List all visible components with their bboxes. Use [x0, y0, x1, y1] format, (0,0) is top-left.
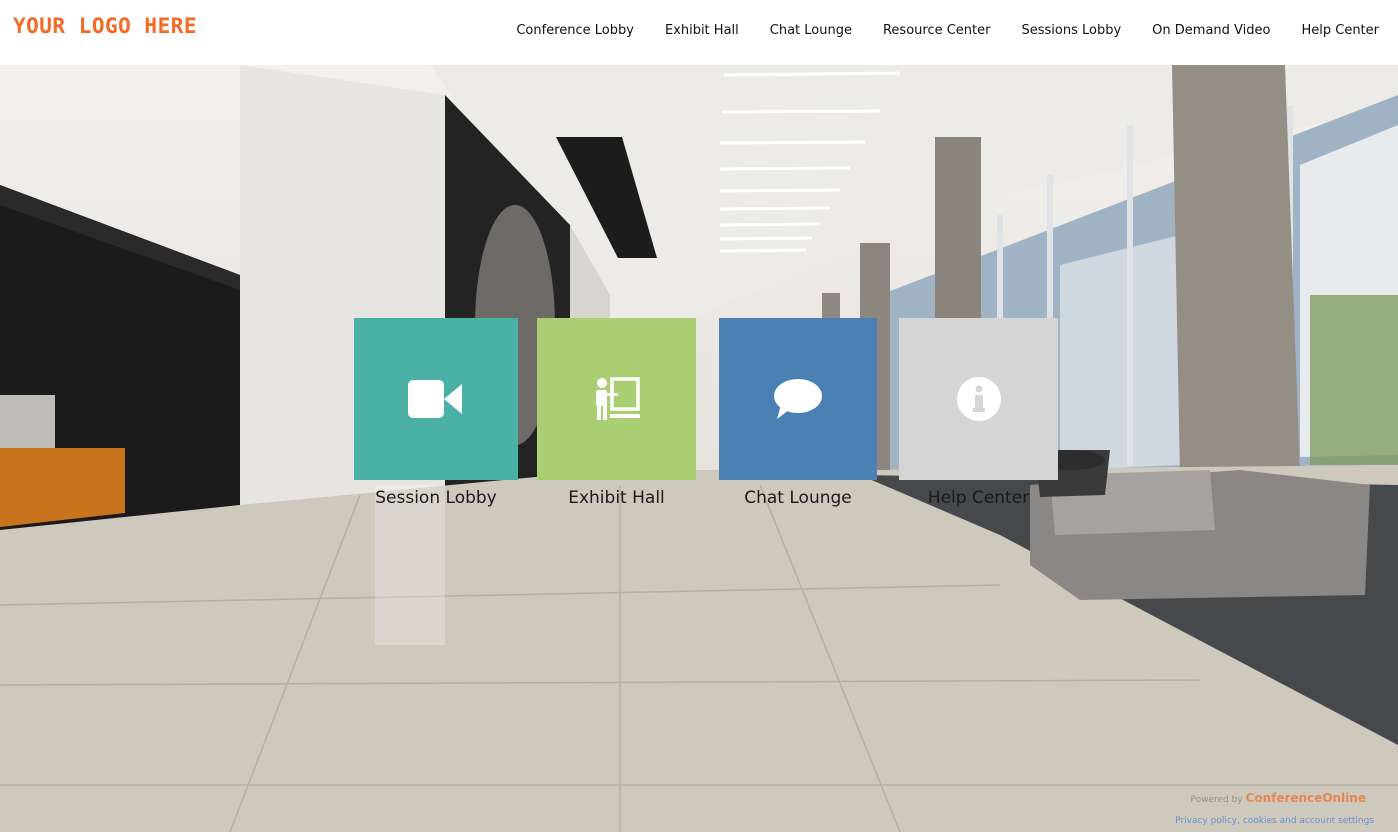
tile-session-lobby[interactable]: Session Lobby [354, 318, 518, 508]
nav-chat-lounge[interactable]: Chat Lounge [770, 23, 852, 38]
lobby-background-image [0, 65, 1398, 832]
speech-bubble-icon [774, 379, 822, 419]
top-header: YOUR LOGO HERE Conference Lobby Exhibit … [0, 0, 1398, 65]
brand-logo-text[interactable]: ConferenceOnline [1246, 791, 1366, 805]
tile-chat-lounge[interactable]: Chat Lounge [719, 318, 877, 508]
nav-help-center[interactable]: Help Center [1301, 23, 1379, 38]
exhibit-hall-label: Exhibit Hall [568, 488, 665, 508]
top-nav: Conference Lobby Exhibit Hall Chat Loung… [516, 23, 1379, 38]
session-lobby-label: Session Lobby [375, 488, 497, 508]
tile-help-center[interactable]: Help Center [899, 318, 1058, 508]
presenter-board-icon [595, 377, 640, 420]
nav-on-demand-video[interactable]: On Demand Video [1152, 23, 1270, 38]
nav-conference-lobby[interactable]: Conference Lobby [516, 23, 634, 38]
chat-lounge-label: Chat Lounge [744, 488, 852, 508]
chat-lounge-tile-box[interactable] [719, 318, 877, 480]
privacy-link[interactable]: Privacy policy, cookies and account sett… [1175, 816, 1374, 826]
powered-by: Powered by ConferenceOnline [1190, 791, 1366, 805]
logo[interactable]: YOUR LOGO HERE [13, 14, 197, 38]
nav-resource-center[interactable]: Resource Center [883, 23, 991, 38]
exhibit-hall-tile-box[interactable] [537, 318, 696, 480]
powered-by-text: Powered by [1190, 795, 1243, 805]
video-camera-icon [408, 380, 462, 418]
nav-exhibit-hall[interactable]: Exhibit Hall [665, 23, 739, 38]
session-lobby-tile-box[interactable] [354, 318, 518, 480]
info-icon [956, 377, 1001, 421]
help-center-tile-box[interactable] [899, 318, 1058, 480]
help-center-label: Help Center [927, 488, 1030, 508]
tile-exhibit-hall[interactable]: Exhibit Hall [537, 318, 696, 508]
nav-sessions-lobby[interactable]: Sessions Lobby [1022, 23, 1122, 38]
